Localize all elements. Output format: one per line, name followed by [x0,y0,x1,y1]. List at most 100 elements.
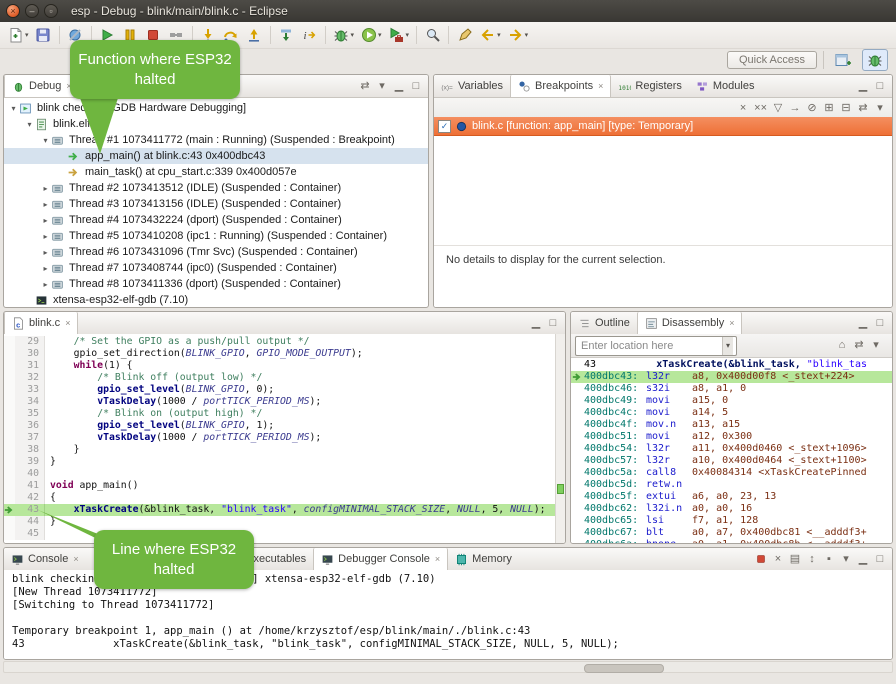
debug-perspective-icon[interactable] [862,49,888,71]
instruction-stepping-button[interactable]: i [298,22,321,48]
editor-line[interactable]: 39} [4,456,556,468]
disassembly-row[interactable]: 400dbc54:l32ra11, 0x400d0460 <_stext+109… [571,443,892,455]
maximize-icon[interactable]: □ [874,316,886,330]
remove-icon[interactable]: × [737,101,749,115]
search-button[interactable] [421,22,444,48]
run-dropdown-arrow[interactable]: ▾ [378,31,382,39]
editor-line[interactable]: 30 gpio_set_direction(BLINK_GPIO, GPIO_M… [4,348,556,360]
new-wizard-button[interactable]: ▾ [4,22,32,48]
back-dropdown-arrow[interactable]: ▾ [497,31,501,39]
current-line-marker[interactable] [557,484,564,494]
debug-button[interactable]: ▾ [330,22,358,48]
view-menu-icon[interactable]: ▾ [874,101,886,115]
editor-line[interactable]: 37 vTaskDelay(1000 / portTICK_PERIOD_MS)… [4,432,556,444]
editor-line[interactable]: 29 /* Set the GPIO as a push/pull output… [4,336,556,348]
editor-line[interactable]: 32 /* Blink off (output low) */ [4,372,556,384]
remove-launch-icon[interactable]: × [772,552,784,566]
overview-ruler[interactable] [555,334,565,543]
forward-button[interactable]: ▾ [504,22,532,48]
expander-closed-icon[interactable]: ▸ [40,248,51,257]
new-wizard-dropdown-arrow[interactable]: ▾ [25,31,29,39]
view-menu-icon[interactable]: ▾ [870,339,882,353]
go-to-file-icon[interactable]: → [789,101,801,115]
open-perspective-icon[interactable] [830,49,856,71]
home-icon[interactable]: ⌂ [836,339,848,353]
window-maximize-button[interactable]: ▫ [44,4,58,18]
link-icon[interactable]: ⇄ [359,79,371,93]
debug-tree-item[interactable]: ▸Thread #5 1073410208 (ipc1 : Running) (… [4,228,428,244]
clear-console-icon[interactable]: ▤ [789,552,801,566]
debug-tab-debug[interactable]: Debug× [4,75,80,97]
terminate-icon[interactable] [755,552,767,566]
debug-dropdown-arrow[interactable]: ▾ [351,31,355,39]
close-tab-icon[interactable]: × [65,318,70,328]
debug-tree-item[interactable]: main_task() at cpu_start.c:339 0x400d057… [4,164,428,180]
debug-tree-item[interactable]: ▾blink checking [GDB Hardware Debugging] [4,100,428,116]
link-icon[interactable]: ⇄ [853,339,865,353]
editor-line[interactable]: 42{ [4,492,556,504]
editor-line[interactable]: 38 } [4,444,556,456]
show-selected-icon[interactable]: ▽ [772,101,784,115]
location-input[interactable]: Enter location here ▾ [575,336,737,356]
external-tools-button[interactable]: ▾ [385,22,413,48]
disassembly-row[interactable]: 400dbc5a:call80x40084314 <xTaskCreatePin… [571,467,892,479]
debug-tree-item[interactable]: ▸Thread #7 1073408744 (ipc0) (Suspended … [4,260,428,276]
disassembly-row[interactable]: 400dbc67:blta0, a7, 0x400dbc81 <__adddf3… [571,527,892,539]
run-button[interactable]: ▾ [357,22,385,48]
expander-closed-icon[interactable]: ▸ [40,280,51,289]
disasm-tab-outline[interactable]: Outline [571,312,637,334]
disassembly-row[interactable]: 400dbc43:l32ra8, 0x400d00f8 <_stext+224> [571,371,892,383]
disasm-tab-disassembly[interactable]: Disassembly× [637,312,743,334]
disassembly-row[interactable]: 400dbc5d:retw.n [571,479,892,491]
close-tab-icon[interactable]: × [729,318,734,328]
maximize-icon[interactable]: □ [410,79,422,93]
editor-line[interactable]: 34 vTaskDelay(1000 / portTICK_PERIOD_MS)… [4,396,556,408]
editor-line[interactable]: 41void app_main() [4,480,556,492]
expander-closed-icon[interactable]: ▸ [40,232,51,241]
debug-tree-item[interactable]: ▾blink.elf [4,116,428,132]
save-button[interactable] [32,22,55,48]
expander-open-icon[interactable]: ▾ [8,104,19,113]
console-tab-debugger-console[interactable]: Debugger Console× [313,548,448,570]
disassembly-row[interactable]: 43 xTaskCreate(&blink_task, "blink_tas [571,359,892,371]
debug-tree-item[interactable]: ▾Thread #1 1073411772 (main : Running) (… [4,132,428,148]
maximize-icon[interactable]: □ [874,552,886,566]
view-menu-icon[interactable]: ▾ [376,79,388,93]
disassembly-row[interactable]: 400dbc5f:extuia6, a0, 23, 13 [571,491,892,503]
pin-console-icon[interactable]: ▪ [823,552,835,566]
location-dropdown-icon[interactable]: ▾ [722,337,733,355]
debug-tree-item[interactable]: app_main() at blink.c:43 0x400dbc43 [4,148,428,164]
expander-closed-icon[interactable]: ▸ [40,184,51,193]
quick-access-button[interactable]: Quick Access [727,51,817,69]
skip-all-icon[interactable]: ⊘ [806,101,818,115]
bp-tab-modules[interactable]: Modules [689,75,762,97]
debug-tree-item[interactable]: ▸Thread #3 1073413156 (IDLE) (Suspended … [4,196,428,212]
debug-tree-item[interactable]: ▸Thread #6 1073431096 (Tmr Svc) (Suspend… [4,244,428,260]
back-button[interactable]: ▾ [476,22,504,48]
link-icon[interactable]: ⇄ [857,101,869,115]
horizontal-scrollbar-track[interactable] [3,661,893,673]
disassembly-row[interactable]: 400dbc49:movia15, 0 [571,395,892,407]
minimize-icon[interactable]: ▁ [857,316,869,330]
expander-open-icon[interactable]: ▾ [24,120,35,129]
minimize-icon[interactable]: ▁ [530,316,542,330]
disassembly-row[interactable]: 400dbc4c:movia14, 5 [571,407,892,419]
close-tab-icon[interactable]: × [435,554,440,564]
console-tab-memory[interactable]: Memory [448,548,519,570]
remove-all-icon[interactable]: ×× [754,101,767,115]
expander-closed-icon[interactable]: ▸ [40,216,51,225]
disassembly-row[interactable]: 400dbc46:s32ia8, a1, 0 [571,383,892,395]
editor-line[interactable]: 36 gpio_set_level(BLINK_GPIO, 1); [4,420,556,432]
breakpoint-checkbox[interactable]: ✓ [438,120,451,133]
disassembly-row[interactable]: 400dbc65:lsif7, a1, 128 [571,515,892,527]
close-tab-icon[interactable]: × [598,81,603,91]
horizontal-scrollbar-thumb[interactable] [584,664,664,673]
forward-dropdown-arrow[interactable]: ▾ [525,31,529,39]
step-return-button[interactable] [243,22,266,48]
last-edit-location-button[interactable] [453,22,476,48]
view-menu-icon[interactable]: ▾ [840,552,852,566]
editor-line[interactable]: 31 while(1) { [4,360,556,372]
expander-open-icon[interactable]: ▾ [40,136,51,145]
bp-tab-registers[interactable]: 1010Registers [611,75,688,97]
expand-all-icon[interactable]: ⊞ [823,101,835,115]
